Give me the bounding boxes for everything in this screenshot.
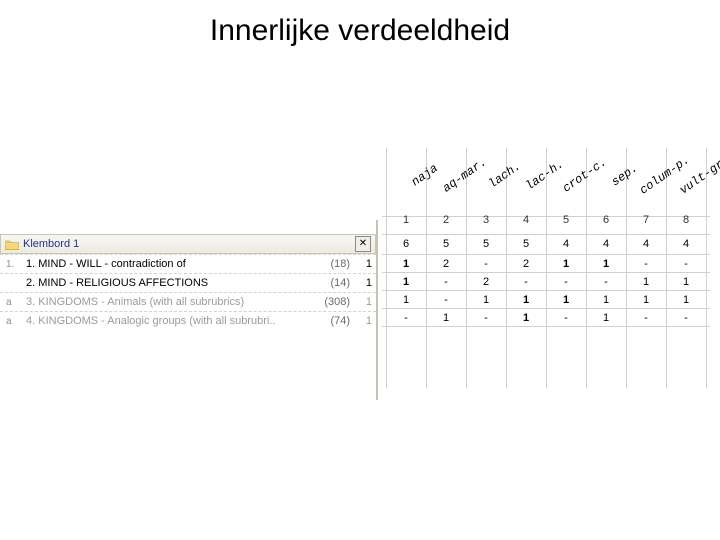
column-index: 1 — [386, 214, 426, 226]
grid-cell: - — [666, 258, 706, 270]
rubric-count: (18) — [310, 258, 350, 270]
rubric-label: 2. MIND - RELIGIOUS AFFECTIONS — [26, 277, 310, 289]
grid-cell: 1 — [386, 276, 426, 288]
rubric-label: 1. MIND - WILL - contradiction of — [26, 258, 310, 270]
remedy-column-colump[interactable]: colum-p.7 — [626, 148, 666, 226]
clipboard-name: Klembord 1 — [23, 238, 355, 250]
summary-cell: 4 — [666, 238, 706, 250]
grid-cell: - — [666, 312, 706, 324]
summary-cell: 6 — [386, 238, 426, 250]
column-index: 6 — [586, 214, 626, 226]
grid-cell: - — [546, 276, 586, 288]
grid-cell: - — [546, 312, 586, 324]
rubric-first-value: 1 — [354, 315, 372, 327]
grid-cell: 2 — [466, 276, 506, 288]
remedy-label: vult-gr. — [668, 147, 720, 204]
grid-cell: - — [386, 312, 426, 324]
grid-cell: 1 — [386, 294, 426, 306]
column-index: 8 — [666, 214, 706, 226]
rubric-row[interactable]: a3. KINGDOMS - Animals (with all subrubr… — [0, 292, 376, 311]
column-index: 5 — [546, 214, 586, 226]
rubric-first-value: 1 — [354, 258, 372, 270]
grid-cell: - — [426, 294, 466, 306]
grid-cell: 1 — [666, 294, 706, 306]
grid-cell: - — [626, 312, 666, 324]
remedy-column-crotc[interactable]: crot-c.5 — [546, 148, 586, 226]
remedy-column-sep[interactable]: sep.6 — [586, 148, 626, 226]
grid-cell: - — [466, 312, 506, 324]
grid-cell: 2 — [506, 258, 546, 270]
rubric-count: (74) — [310, 315, 350, 327]
remedy-column-aqmar[interactable]: aq-mar.2 — [426, 148, 466, 226]
summary-cell: 5 — [426, 238, 466, 250]
grid-cell: - — [466, 258, 506, 270]
folder-icon — [5, 239, 19, 250]
grid-cell: - — [426, 276, 466, 288]
page-title: Innerlijke verdeeldheid — [0, 14, 720, 48]
grid-cell: 1 — [426, 312, 466, 324]
grid-cell: 1 — [506, 294, 546, 306]
grid-cell: 1 — [586, 294, 626, 306]
remedy-column-naja[interactable]: naja1 — [386, 148, 426, 226]
grid-cell: 1 — [586, 312, 626, 324]
column-index: 7 — [626, 214, 666, 226]
summary-cell: 4 — [546, 238, 586, 250]
grid-cell: - — [586, 276, 626, 288]
row-prefix: 1. — [6, 259, 26, 270]
grid-cell: 1 — [466, 294, 506, 306]
rubric-row[interactable]: a4. KINGDOMS - Analogic groups (with all… — [0, 311, 376, 330]
summary-cell: 5 — [506, 238, 546, 250]
clipboard-titlebar[interactable]: Klembord 1 ✕ — [0, 234, 376, 254]
grid-cell: 1 — [586, 258, 626, 270]
remedy-column-lach[interactable]: lac-h.4 — [506, 148, 546, 226]
pane-divider — [376, 220, 378, 400]
grid-cell: 1 — [666, 276, 706, 288]
rubric-label: 3. KINGDOMS - Animals (with all subrubri… — [26, 296, 310, 308]
grid-cell: 1 — [546, 294, 586, 306]
grid-cell: 1 — [506, 312, 546, 324]
column-index: 3 — [466, 214, 506, 226]
summary-cell: 4 — [586, 238, 626, 250]
rubric-count: (14) — [310, 277, 350, 289]
rubric-list: 1.1. MIND - WILL - contradiction of(18)1… — [0, 254, 376, 330]
grid-cell: 1 — [386, 258, 426, 270]
grid-cell: - — [626, 258, 666, 270]
grid-cell: 1 — [626, 294, 666, 306]
clipboard-pane: Klembord 1 ✕ 1.1. MIND - WILL - contradi… — [0, 234, 376, 330]
grid-cell: - — [506, 276, 546, 288]
close-icon[interactable]: ✕ — [355, 236, 371, 252]
summary-cell: 5 — [466, 238, 506, 250]
column-index: 4 — [506, 214, 546, 226]
remedy-column-vultgr[interactable]: vult-gr.8 — [666, 148, 706, 226]
remedy-column-lach[interactable]: lach.3 — [466, 148, 506, 226]
rubric-count: (308) — [310, 296, 350, 308]
rubric-first-value: 1 — [354, 296, 372, 308]
grid-cell: 1 — [546, 258, 586, 270]
grid-cell: 2 — [426, 258, 466, 270]
rubric-row[interactable]: 1.1. MIND - WILL - contradiction of(18) 1 — [0, 254, 376, 273]
grid-cell: 1 — [626, 276, 666, 288]
row-prefix: a — [6, 297, 26, 308]
rubric-label: 4. KINGDOMS - Analogic groups (with all … — [26, 315, 310, 327]
summary-cell: 4 — [626, 238, 666, 250]
row-prefix: a — [6, 316, 26, 327]
columns-area: naja1aq-mar.2lach.3lac-h.4crot-c.5sep.6c… — [382, 148, 720, 388]
column-index: 2 — [426, 214, 466, 226]
rubric-first-value: 1 — [354, 277, 372, 289]
rubric-row[interactable]: 2. MIND - RELIGIOUS AFFECTIONS(14) 1 — [0, 273, 376, 292]
